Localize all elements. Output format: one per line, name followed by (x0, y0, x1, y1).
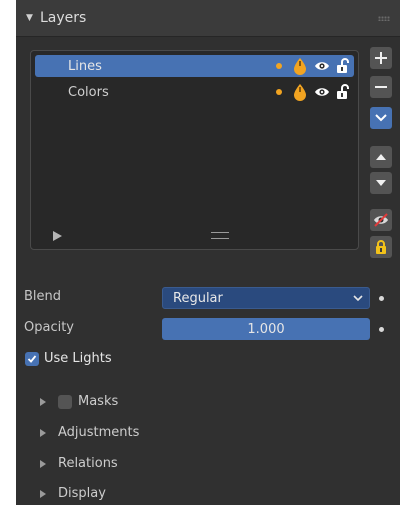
opacity-slider[interactable]: 1.000 (162, 318, 370, 340)
add-layer-button[interactable] (370, 47, 392, 69)
use-lights-label: Use Lights (44, 351, 112, 366)
panel-title: Layers (40, 10, 87, 26)
move-up-icon (376, 154, 386, 160)
masks-checkbox[interactable] (58, 394, 72, 409)
drag-grip-icon[interactable] (378, 16, 390, 21)
list-item[interactable]: Lines (35, 55, 354, 77)
remove-layer-button[interactable] (370, 76, 392, 98)
subpanel-display[interactable]: Display (40, 486, 106, 501)
subpanel-masks[interactable]: Masks (40, 394, 118, 409)
chevron-down-icon (353, 295, 363, 302)
move-layer-down-button[interactable] (370, 172, 392, 194)
onion-skin-drop-icon[interactable] (292, 83, 308, 101)
lock-icon[interactable] (336, 84, 350, 100)
keyframe-dot-icon[interactable] (379, 296, 384, 301)
blend-mode-value: Regular (173, 290, 223, 306)
lock-others-icon (376, 240, 386, 254)
subpanel-label: Masks (78, 394, 119, 409)
blend-mode-select[interactable]: Regular (162, 287, 370, 309)
opacity-value: 1.000 (247, 321, 285, 337)
remove-icon (375, 86, 387, 88)
checkbox-checked-icon[interactable] (25, 351, 39, 366)
subpanel-relations[interactable]: Relations (40, 456, 118, 471)
dot-icon[interactable] (276, 89, 282, 95)
triangle-right-icon[interactable] (40, 489, 46, 498)
lock-icon[interactable] (336, 58, 350, 74)
eye-icon[interactable] (314, 60, 330, 72)
triangle-right-icon[interactable] (40, 428, 46, 437)
add-icon (375, 52, 387, 64)
onion-skin-drop-icon[interactable] (292, 57, 308, 75)
subpanel-adjustments[interactable]: Adjustments (40, 425, 139, 440)
subpanel-label: Display (58, 486, 106, 501)
hide-others-icon (374, 213, 388, 227)
layer-list[interactable]: Lines Colors (30, 50, 359, 250)
opacity-label: Opacity (24, 320, 75, 335)
move-layer-up-button[interactable] (370, 146, 392, 168)
lock-others-button[interactable] (370, 236, 392, 258)
filter-options-icon[interactable] (53, 231, 62, 241)
triangle-right-icon[interactable] (40, 459, 46, 468)
layer-specials-menu-button[interactable] (370, 107, 392, 129)
eye-icon[interactable] (314, 86, 330, 98)
list-resize-handle[interactable] (211, 232, 229, 239)
subpanel-label: Relations (58, 456, 118, 471)
move-down-icon (376, 180, 386, 186)
dot-icon[interactable] (276, 63, 282, 69)
menu-chevron-icon (375, 114, 387, 122)
layer-name[interactable]: Colors (68, 85, 276, 100)
triangle-right-icon[interactable] (40, 397, 46, 406)
layers-panel: ▼ Layers Lines Colors Blend Regular Opac… (16, 0, 400, 505)
subpanel-label: Adjustments (58, 425, 140, 440)
use-lights-toggle[interactable]: Use Lights (25, 351, 112, 366)
layer-name[interactable]: Lines (68, 59, 276, 74)
list-item[interactable]: Colors (35, 81, 354, 103)
hide-others-button[interactable] (370, 209, 392, 231)
keyframe-dot-icon[interactable] (379, 327, 384, 332)
blend-label: Blend (24, 289, 62, 304)
panel-header[interactable]: ▼ Layers (16, 0, 400, 37)
triangle-down-icon[interactable]: ▼ (26, 13, 38, 23)
